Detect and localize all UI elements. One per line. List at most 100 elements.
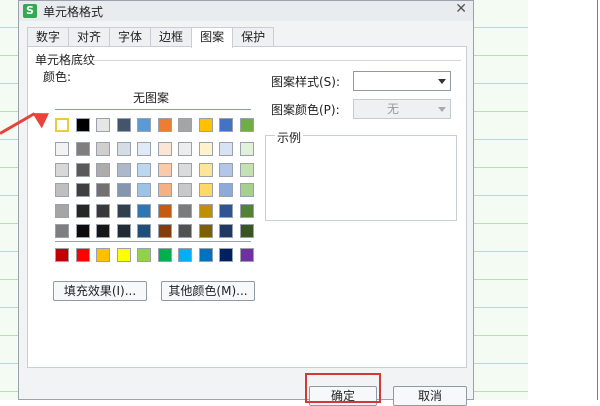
- color-swatch[interactable]: [117, 162, 131, 177]
- color-swatch[interactable]: [55, 162, 69, 177]
- color-swatch[interactable]: [178, 142, 192, 156]
- color-swatch[interactable]: [158, 203, 172, 218]
- wps-app-icon: S: [23, 4, 37, 18]
- color-swatch[interactable]: [55, 183, 69, 197]
- dialog-title: 单元格格式: [43, 5, 104, 19]
- color-swatch[interactable]: [178, 248, 192, 262]
- color-swatch[interactable]: [199, 248, 213, 262]
- color-swatch[interactable]: [117, 118, 131, 132]
- sample-preview: [265, 135, 457, 221]
- color-swatch[interactable]: [76, 224, 90, 238]
- color-swatch[interactable]: [117, 142, 131, 156]
- palette-divider: [55, 241, 251, 242]
- color-swatch[interactable]: [199, 142, 213, 156]
- color-swatch[interactable]: [199, 183, 213, 197]
- no-pattern-option[interactable]: 无图案: [133, 89, 169, 106]
- color-swatch[interactable]: [158, 183, 172, 197]
- color-swatch[interactable]: [96, 203, 110, 218]
- color-swatch[interactable]: [219, 162, 233, 177]
- color-swatch[interactable]: [96, 118, 110, 132]
- color-swatch[interactable]: [117, 224, 131, 238]
- color-swatch[interactable]: [158, 162, 172, 177]
- color-swatch[interactable]: [219, 203, 233, 218]
- color-swatch[interactable]: [55, 203, 69, 218]
- color-swatch[interactable]: [158, 248, 172, 262]
- sheet-page: [528, 0, 600, 400]
- color-swatch[interactable]: [178, 203, 192, 218]
- color-swatch[interactable]: [76, 203, 90, 218]
- color-swatch[interactable]: [219, 183, 233, 197]
- fill-effects-button[interactable]: 填充效果(I)...: [53, 281, 147, 301]
- no-pattern-divider: [55, 109, 251, 110]
- format-cells-dialog: S 单元格格式 ✕ 数字 对齐 字体 边框 图案 保护 单元格底纹 颜色: 无图…: [18, 0, 474, 406]
- color-swatch[interactable]: [137, 183, 151, 197]
- color-swatch[interactable]: [55, 248, 69, 262]
- color-swatch[interactable]: [76, 142, 90, 156]
- color-swatch[interactable]: [158, 142, 172, 156]
- color-swatch[interactable]: [137, 203, 151, 218]
- color-swatch[interactable]: [76, 248, 90, 262]
- color-swatch[interactable]: [55, 224, 69, 238]
- color-swatch[interactable]: [219, 142, 233, 156]
- color-swatch[interactable]: [199, 203, 213, 218]
- tab-number[interactable]: 数字: [27, 27, 70, 47]
- color-swatch[interactable]: [240, 118, 254, 132]
- shading-group-title: 单元格底纹: [35, 53, 96, 67]
- color-swatch[interactable]: [137, 118, 151, 132]
- color-swatch[interactable]: [178, 118, 192, 132]
- color-swatch[interactable]: [199, 162, 213, 177]
- color-swatch[interactable]: [55, 118, 69, 132]
- color-swatch[interactable]: [240, 203, 254, 218]
- color-swatch[interactable]: [158, 224, 172, 238]
- group-divider: [91, 60, 461, 61]
- color-swatch[interactable]: [219, 224, 233, 238]
- tab-protection[interactable]: 保护: [232, 27, 275, 47]
- page-border-line: [597, 0, 598, 400]
- color-swatch[interactable]: [240, 142, 254, 156]
- tab-alignment[interactable]: 对齐: [68, 27, 111, 47]
- pattern-color-value: 无: [386, 102, 399, 116]
- color-swatch[interactable]: [137, 142, 151, 156]
- color-swatch[interactable]: [158, 118, 172, 132]
- color-swatch[interactable]: [178, 224, 192, 238]
- color-swatch[interactable]: [240, 248, 254, 262]
- tab-font[interactable]: 字体: [109, 27, 152, 47]
- pattern-color-select[interactable]: 无: [353, 99, 451, 119]
- sheet-background: [470, 0, 528, 400]
- color-swatch[interactable]: [137, 162, 151, 177]
- color-swatch[interactable]: [199, 118, 213, 132]
- pattern-color-label: 图案颜色(P):: [271, 103, 340, 117]
- color-swatch[interactable]: [199, 224, 213, 238]
- chevron-down-icon: [438, 107, 446, 112]
- color-swatch[interactable]: [96, 162, 110, 177]
- color-swatch[interactable]: [96, 183, 110, 197]
- color-swatch[interactable]: [55, 142, 69, 156]
- more-colors-button[interactable]: 其他颜色(M)...: [161, 281, 255, 301]
- color-swatch[interactable]: [96, 142, 110, 156]
- color-swatch[interactable]: [137, 224, 151, 238]
- color-swatch[interactable]: [219, 248, 233, 262]
- color-swatch[interactable]: [76, 183, 90, 197]
- color-swatch[interactable]: [76, 118, 90, 132]
- color-swatch[interactable]: [117, 183, 131, 197]
- color-swatch[interactable]: [240, 183, 254, 197]
- color-swatch[interactable]: [117, 248, 131, 262]
- pattern-style-label: 图案样式(S):: [271, 75, 341, 89]
- color-swatch[interactable]: [117, 203, 131, 218]
- tab-border[interactable]: 边框: [150, 27, 193, 47]
- cancel-button[interactable]: 取消: [393, 386, 467, 406]
- dialog-titlebar: S 单元格格式 ✕: [19, 1, 473, 21]
- color-swatch[interactable]: [178, 162, 192, 177]
- color-swatch[interactable]: [240, 162, 254, 177]
- color-swatch[interactable]: [76, 162, 90, 177]
- color-swatch[interactable]: [137, 248, 151, 262]
- tab-pattern[interactable]: 图案: [191, 27, 234, 48]
- color-swatch[interactable]: [240, 224, 254, 238]
- ok-button-highlight: [305, 373, 381, 403]
- color-swatch[interactable]: [96, 248, 110, 262]
- color-swatch[interactable]: [219, 118, 233, 132]
- pattern-style-select[interactable]: [353, 71, 451, 91]
- color-swatch[interactable]: [178, 183, 192, 197]
- color-swatch[interactable]: [96, 224, 110, 238]
- close-icon[interactable]: ✕: [455, 1, 467, 17]
